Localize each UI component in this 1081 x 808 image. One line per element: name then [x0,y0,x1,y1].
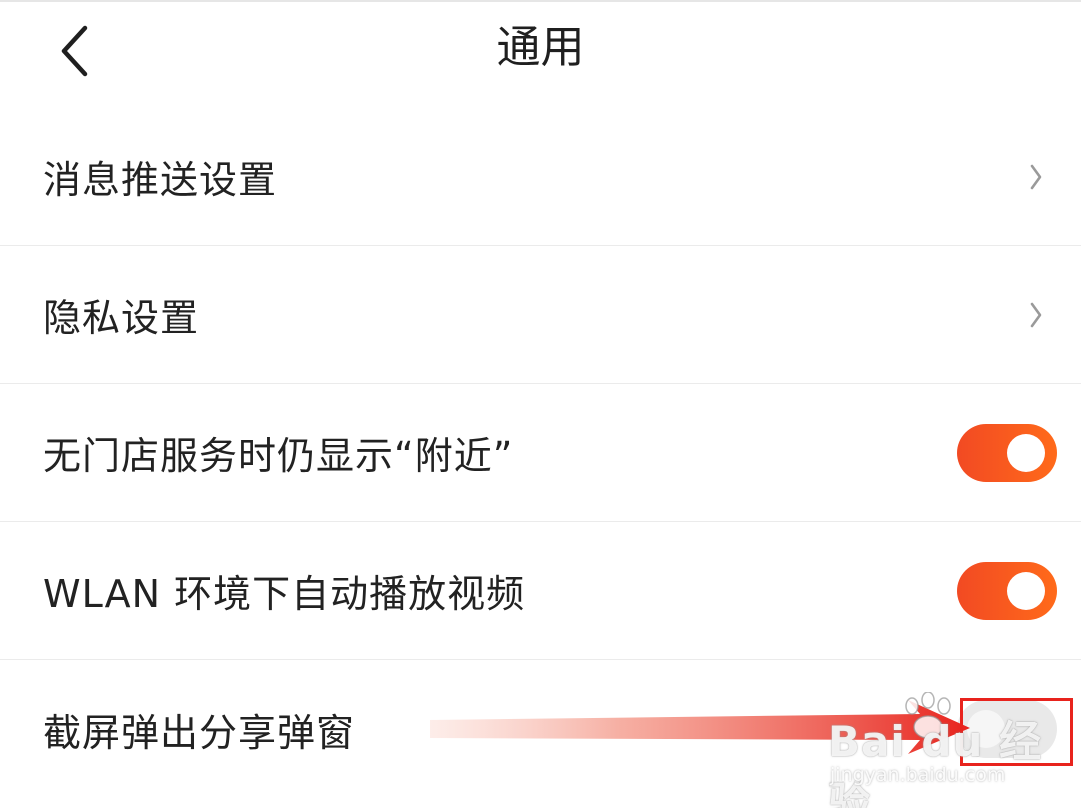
setting-row-privacy[interactable]: 隐私设置 [0,246,1081,384]
setting-row-wlan-autoplay: WLAN 环境下自动播放视频 [0,522,1081,660]
setting-label: WLAN 环境下自动播放视频 [43,572,526,616]
setting-row-show-nearby: 无门店服务时仍显示“附近” [0,384,1081,522]
setting-label: 截屏弹出分享弹窗 [43,710,356,755]
chevron-right-icon [1029,163,1043,191]
setting-label: 隐私设置 [43,296,200,340]
toggle-knob [967,710,1005,748]
settings-list: 消息推送设置 隐私设置 无门店服务时仍显示“附近” WLAN 环境下自动播放视频 [0,108,1081,798]
show-nearby-toggle[interactable] [957,423,1057,482]
toggle-knob [1007,571,1045,610]
setting-row-push-notifications[interactable]: 消息推送设置 [0,108,1081,246]
setting-label: 无门店服务时仍显示“附近” [43,434,514,478]
setting-row-screenshot-share: 截屏弹出分享弹窗 [0,660,1081,798]
wlan-autoplay-toggle[interactable] [957,561,1057,620]
settings-page: 通用 消息推送设置 隐私设置 无门店服务时仍显示“附近” WLAN 环境下自动播… [0,0,1081,808]
nav-header: 通用 [0,2,1081,106]
setting-label: 消息推送设置 [43,158,278,202]
chevron-right-icon [1029,301,1043,329]
page-title: 通用 [496,22,585,73]
screenshot-share-toggle[interactable] [957,700,1057,758]
toggle-knob [1007,433,1045,472]
